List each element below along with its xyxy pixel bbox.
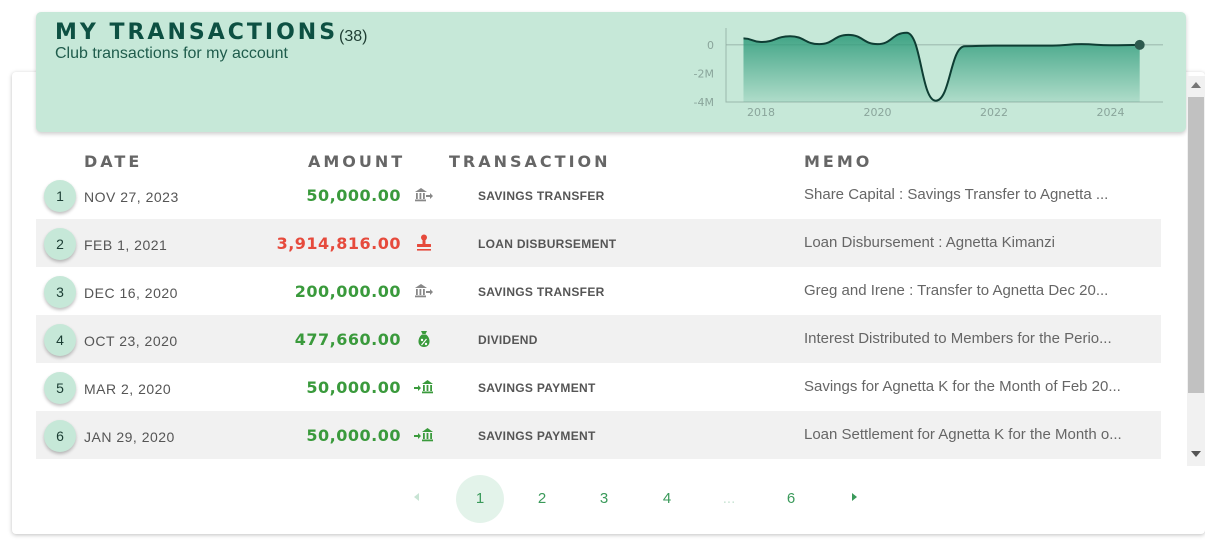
x-tick-label: 2024 bbox=[1097, 106, 1125, 119]
table-row[interactable]: 5 MAR 2, 2020 50,000.00 SAVINGS PAYMENT Savi… bbox=[36, 363, 1161, 411]
page-ellipsis: ... bbox=[722, 490, 736, 507]
page-button-2[interactable]: 2 bbox=[518, 475, 566, 523]
last-point-marker bbox=[1134, 39, 1145, 50]
balance-area bbox=[743, 32, 1140, 102]
transaction-type: DIVIDEND bbox=[478, 333, 538, 347]
transaction-memo: Greg and Irene : Transfer to Agnetta Dec… bbox=[804, 282, 1109, 299]
pagination: 1 2 3 4... 6 bbox=[0, 475, 1205, 525]
row-index-badge: 4 bbox=[44, 324, 76, 356]
transaction-type: SAVINGS TRANSFER bbox=[478, 285, 605, 299]
page-title: MY TRANSACTIONS bbox=[55, 20, 339, 45]
column-header-transaction[interactable]: TRANSACTION bbox=[449, 152, 611, 171]
row-index-badge: 3 bbox=[44, 276, 76, 308]
stamp-icon bbox=[414, 234, 434, 252]
next-page-icon[interactable] bbox=[852, 493, 857, 501]
transaction-date: FEB 1, 2021 bbox=[84, 237, 168, 253]
y-tick-label: 0 bbox=[707, 39, 714, 52]
transaction-date: DEC 16, 2020 bbox=[84, 285, 178, 301]
transaction-type: SAVINGS TRANSFER bbox=[478, 189, 605, 203]
page-subtitle: Club transactions for my account bbox=[55, 45, 288, 62]
transaction-memo: Savings for Agnetta K for the Month of F… bbox=[804, 378, 1121, 395]
money-bag-percent-icon bbox=[414, 330, 434, 348]
transaction-date: JAN 29, 2020 bbox=[84, 429, 175, 445]
row-index-badge: 2 bbox=[44, 228, 76, 260]
x-tick-label: 2018 bbox=[747, 106, 775, 119]
transaction-type: SAVINGS PAYMENT bbox=[478, 381, 596, 395]
transaction-amount: 50,000.00 bbox=[306, 378, 401, 397]
transaction-memo: Loan Settlement for Agnetta K for the Mo… bbox=[804, 426, 1122, 443]
table-row[interactable]: 6 JAN 29, 2020 50,000.00 SAVINGS PAYMENT Loa… bbox=[36, 411, 1161, 459]
column-header-amount[interactable]: AMOUNT bbox=[308, 152, 405, 171]
previous-page-icon[interactable] bbox=[414, 493, 419, 501]
x-tick-label: 2022 bbox=[980, 106, 1008, 119]
scroll-up-arrow-icon[interactable] bbox=[1191, 82, 1201, 88]
transaction-type: LOAN DISBURSEMENT bbox=[478, 237, 617, 251]
transaction-date: MAR 2, 2020 bbox=[84, 381, 172, 397]
x-tick-label: 2020 bbox=[863, 106, 891, 119]
y-tick-label: -2M bbox=[694, 67, 714, 80]
scroll-down-arrow-icon[interactable] bbox=[1191, 451, 1201, 457]
page-button-4[interactable]: 4 bbox=[643, 475, 691, 523]
transaction-amount: 477,660.00 bbox=[294, 330, 401, 349]
page-button-3[interactable]: 3 bbox=[580, 475, 628, 523]
row-index-badge: 5 bbox=[44, 372, 76, 404]
transaction-date: NOV 27, 2023 bbox=[84, 189, 179, 205]
scroll-thumb[interactable] bbox=[1188, 97, 1204, 393]
column-header-memo[interactable]: MEMO bbox=[804, 152, 872, 171]
page-button-6[interactable]: 6 bbox=[767, 475, 815, 523]
transaction-amount: 200,000.00 bbox=[294, 282, 401, 301]
bank-transfer-icon bbox=[414, 186, 434, 204]
balance-sparkline-chart: 0 -2M -4M 2018 2020 2022 2024 bbox=[694, 28, 1163, 119]
table-row[interactable]: 2 FEB 1, 2021 3,914,816.00 LOAN DISBURSEMEN… bbox=[36, 219, 1161, 267]
page-button-1[interactable]: 1 bbox=[456, 475, 504, 523]
y-tick-label: -4M bbox=[694, 96, 714, 109]
bank-deposit-icon bbox=[414, 426, 434, 444]
column-header-date[interactable]: DATE bbox=[84, 152, 142, 171]
row-index-badge: 1 bbox=[44, 180, 76, 212]
transaction-amount: 50,000.00 bbox=[306, 426, 401, 445]
transaction-memo: Loan Disbursement : Agnetta Kimanzi bbox=[804, 234, 1055, 251]
transaction-type: SAVINGS PAYMENT bbox=[478, 429, 596, 443]
table-row[interactable]: 4 OCT 23, 2020 477,660.00 DIVIDEND Interest … bbox=[36, 315, 1161, 363]
transactions-header: MY TRANSACTIONS (38) Club transactions f… bbox=[36, 12, 1186, 132]
table-row[interactable]: 3 DEC 16, 2020 200,000.00 SAVINGS TRANSFER G… bbox=[36, 267, 1161, 315]
transaction-amount: 3,914,816.00 bbox=[276, 234, 401, 253]
transaction-memo: Share Capital : Savings Transfer to Agne… bbox=[804, 186, 1109, 203]
transactions-table: 1 NOV 27, 2023 50,000.00 SAVINGS TRANSFER Sh… bbox=[36, 171, 1161, 461]
vertical-scrollbar[interactable] bbox=[1187, 76, 1205, 466]
row-index-badge: 6 bbox=[44, 420, 76, 452]
bank-deposit-icon bbox=[414, 378, 434, 396]
transaction-memo: Interest Distributed to Members for the … bbox=[804, 330, 1112, 347]
table-row[interactable]: 1 NOV 27, 2023 50,000.00 SAVINGS TRANSFER Sh… bbox=[36, 171, 1161, 219]
bank-transfer-icon bbox=[414, 282, 434, 300]
transaction-count: (38) bbox=[339, 28, 368, 45]
transaction-date: OCT 23, 2020 bbox=[84, 333, 178, 349]
transaction-amount: 50,000.00 bbox=[306, 186, 401, 205]
